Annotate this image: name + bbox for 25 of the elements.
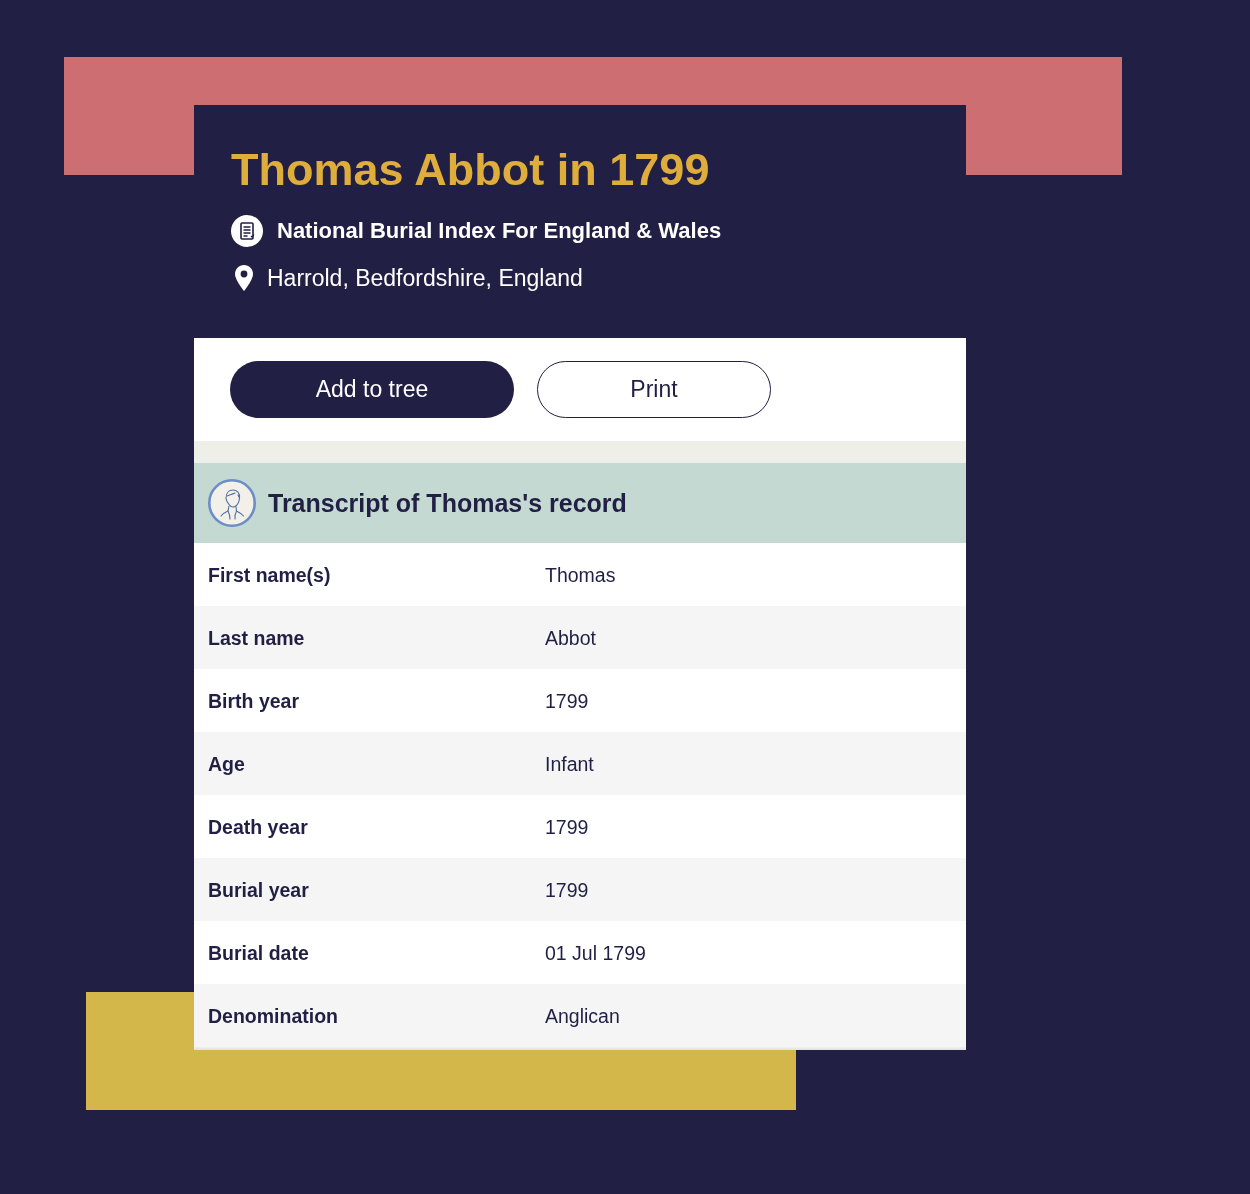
field-label: Death year (207, 814, 308, 839)
field-label: Age (207, 751, 245, 776)
field-value: Abbot (545, 625, 596, 650)
outline-button[interactable]: Print (537, 361, 771, 418)
field-value: 01 Jul 1799 (545, 940, 646, 965)
field-value: 1799 (545, 877, 589, 902)
field-label: Burial date (207, 940, 309, 965)
record-source: National Burial Index For England & Wales (277, 217, 722, 245)
field-label: Last name (207, 625, 305, 650)
field-value: 1799 (545, 814, 589, 839)
document-icon (231, 215, 263, 247)
add-button[interactable]: Add to tree (230, 361, 514, 418)
record-location: Harrold, Bedfordshire, England (267, 264, 583, 292)
record-title: Thomas Abbot in 1799 (231, 143, 710, 197)
transcript-title: Transcript of Thomas's record (268, 488, 627, 518)
field-label: Denomination (207, 1003, 338, 1028)
field-value: 1799 (545, 688, 589, 713)
field-value: Anglican (545, 1003, 620, 1028)
person-sketch-icon (208, 479, 256, 527)
location-pin-icon (235, 265, 253, 291)
field-value: Infant (545, 751, 594, 776)
field-label: First name(s) (207, 562, 331, 587)
field-label: Burial year (207, 877, 309, 902)
field-value: Thomas (545, 562, 616, 587)
field-label: Birth year (207, 688, 300, 713)
